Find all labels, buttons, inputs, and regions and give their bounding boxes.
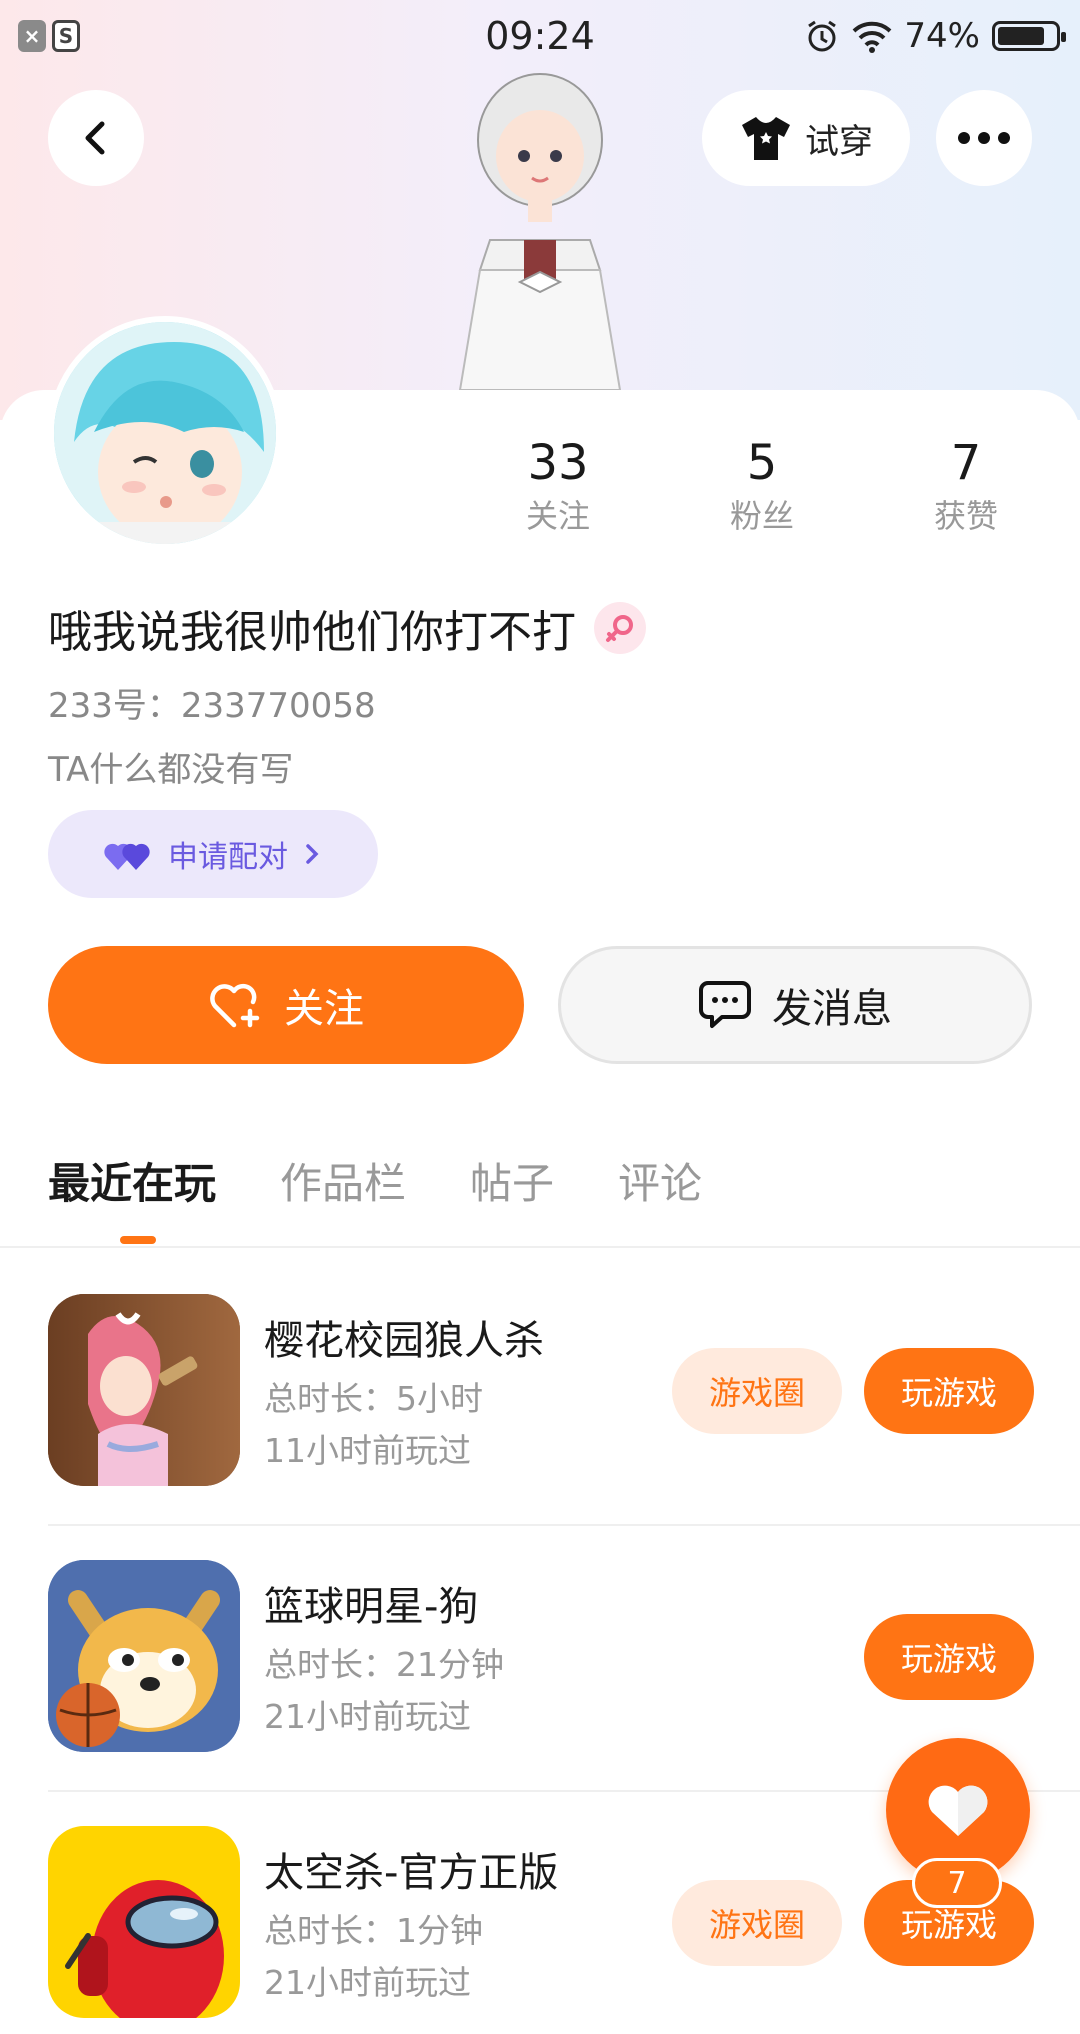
list-divider — [48, 1524, 1080, 1526]
stat-value: 5 — [746, 435, 778, 491]
game-last-played: 21小时前玩过 — [264, 1697, 471, 1736]
female-gender-icon — [594, 602, 646, 654]
more-dots-icon — [958, 132, 1010, 144]
back-button[interactable] — [48, 90, 144, 186]
tshirt-icon — [742, 117, 790, 160]
status-right: 74% — [804, 16, 1066, 56]
stat-likes[interactable]: 7 获赞 — [896, 432, 1036, 538]
send-message-button[interactable]: 发消息 — [558, 946, 1032, 1064]
game-name: 太空杀-官方正版 — [264, 1850, 559, 1896]
like-count-badge: 7 — [912, 1858, 1002, 1908]
stat-value: 7 — [950, 435, 982, 491]
game-circle-button[interactable]: 游戏圈 — [672, 1880, 842, 1966]
chevron-left-icon — [85, 121, 105, 155]
stat-label: 粉丝 — [729, 497, 794, 535]
wifi-icon — [853, 21, 892, 53]
game-icon — [48, 1560, 240, 1752]
send-message-label: 发消息 — [772, 986, 892, 1032]
game-icon — [48, 1294, 240, 1486]
avatar-3d-figure — [420, 70, 660, 391]
try-on-label: 试穿 — [805, 121, 873, 162]
game-list-item[interactable]: 樱花校园狼人杀 总时长：5小时 11小时前玩过 游戏圈 玩游戏 — [0, 1294, 1080, 1560]
tab-posts[interactable]: 帖子 — [470, 1150, 554, 1211]
game-name: 篮球明星-狗 — [264, 1584, 479, 1630]
status-bar: × S 09:24 74% — [0, 0, 1080, 72]
game-duration: 总时长：21分钟 — [264, 1645, 504, 1684]
play-game-button[interactable]: 玩游戏 — [864, 1348, 1034, 1434]
game-duration: 总时长：1分钟 — [264, 1911, 483, 1950]
stat-label: 关注 — [525, 497, 590, 535]
request-match-button[interactable]: 申请配对 — [48, 810, 378, 898]
active-tab-indicator — [120, 1236, 156, 1244]
request-match-label: 申请配对 — [168, 840, 288, 875]
chevron-right-icon — [306, 844, 319, 864]
battery-icon — [992, 21, 1066, 51]
stat-value: 33 — [527, 435, 589, 491]
tab-divider — [0, 1246, 1080, 1248]
alarm-icon — [808, 20, 837, 52]
user-id: 233号：233770058 — [48, 686, 376, 726]
tab-recently-played[interactable]: 最近在玩 — [48, 1150, 216, 1211]
more-options-button[interactable] — [936, 90, 1032, 186]
user-avatar[interactable] — [48, 316, 282, 550]
nickname-text: 哦我说我很帅他们你打不打 — [48, 607, 576, 658]
stat-followers[interactable]: 5 粉丝 — [692, 432, 832, 538]
stat-following[interactable]: 33 关注 — [488, 432, 628, 538]
game-duration: 总时长：5小时 — [264, 1379, 483, 1418]
tab-comments[interactable]: 评论 — [618, 1150, 702, 1211]
heart-icon — [928, 1785, 988, 1836]
user-bio: TA什么都没有写 — [48, 750, 294, 790]
try-on-button[interactable]: 试穿 — [702, 90, 910, 186]
game-last-played: 21小时前玩过 — [264, 1963, 471, 2002]
double-heart-icon — [104, 843, 150, 870]
follow-label: 关注 — [284, 986, 364, 1032]
game-name: 樱花校园狼人杀 — [264, 1318, 544, 1364]
chat-bubble-icon — [699, 981, 751, 1028]
user-nickname: 哦我说我很帅他们你打不打 — [48, 596, 646, 660]
game-icon — [48, 1826, 240, 2018]
stat-label: 获赞 — [933, 497, 998, 535]
follow-button[interactable]: 关注 — [48, 946, 524, 1064]
tab-works[interactable]: 作品栏 — [280, 1150, 406, 1211]
game-circle-button[interactable]: 游戏圈 — [672, 1348, 842, 1434]
heart-add-icon — [210, 983, 260, 1028]
profile-tabs: 最近在玩 作品栏 帖子 评论 — [48, 1150, 702, 1211]
play-game-button[interactable]: 玩游戏 — [864, 1614, 1034, 1700]
battery-percent: 74% — [904, 16, 980, 56]
game-last-played: 11小时前玩过 — [264, 1431, 471, 1470]
